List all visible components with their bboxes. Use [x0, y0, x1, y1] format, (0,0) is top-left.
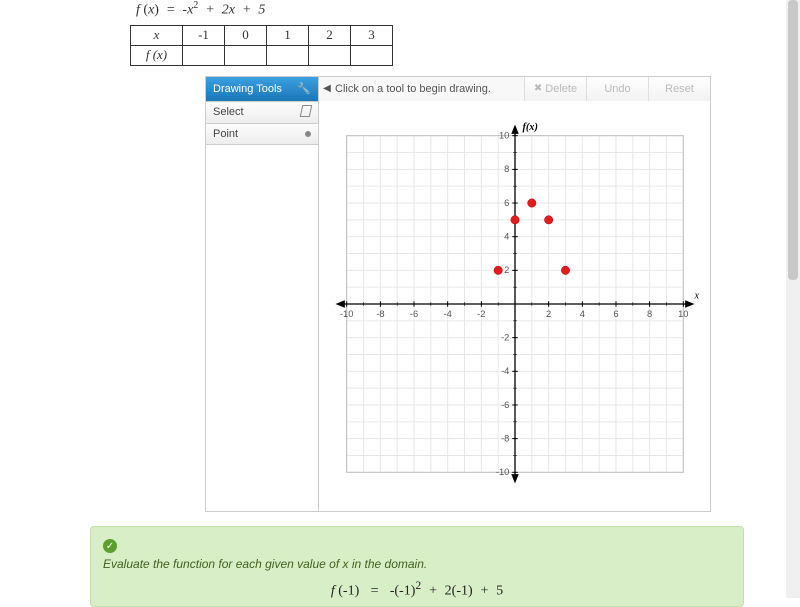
svg-text:8: 8 [647, 309, 652, 319]
tool-select[interactable]: Select [206, 101, 318, 123]
instruction-text: Click on a tool to begin drawing. [335, 83, 524, 95]
feedback-panel: ✓ Evaluate the function for each given v… [90, 526, 744, 607]
scroll-thumb[interactable] [788, 0, 798, 280]
table-row: f (x) [131, 45, 393, 65]
svg-text:-10: -10 [495, 467, 509, 477]
svg-text:-4: -4 [501, 366, 509, 376]
scrollbar[interactable] [786, 0, 800, 598]
undo-button[interactable]: Undo [586, 77, 648, 101]
feedback-text: Evaluate the function for each given val… [103, 557, 731, 571]
svg-text:-4: -4 [443, 309, 451, 319]
drawing-tools-label: Drawing Tools [213, 83, 282, 95]
th-x: x [131, 25, 183, 45]
svg-text:-10: -10 [339, 309, 353, 319]
svg-text:2: 2 [504, 265, 509, 275]
svg-text:4: 4 [504, 231, 509, 241]
th-fx: f (x) [131, 45, 183, 65]
check-icon: ✓ [103, 539, 117, 553]
svg-text:x: x [693, 290, 699, 301]
svg-text:-6: -6 [409, 309, 417, 319]
drawing-tools-header: Drawing Tools 🔧 [206, 77, 318, 101]
svg-text:-2: -2 [477, 309, 485, 319]
reset-button[interactable]: Reset [648, 77, 710, 101]
svg-text:8: 8 [504, 164, 509, 174]
svg-text:-8: -8 [501, 433, 509, 443]
delete-button[interactable]: ✖Delete [524, 77, 586, 101]
close-icon: ✖ [534, 83, 542, 94]
svg-text:10: 10 [498, 130, 508, 140]
tool-point[interactable]: Point [206, 123, 318, 145]
svg-text:10: 10 [678, 309, 688, 319]
svg-text:f(x): f(x) [522, 122, 537, 133]
table-row: x -1 0 1 2 3 [131, 25, 393, 45]
svg-text:-6: -6 [501, 399, 509, 409]
wrench-icon[interactable]: 🔧 [297, 82, 311, 95]
drawing-widget: Drawing Tools 🔧 ◀ Click on a tool to beg… [205, 76, 711, 512]
svg-text:-8: -8 [376, 309, 384, 319]
tool-list: Select Point [206, 101, 318, 511]
dot-icon [305, 131, 311, 137]
function-equation: f (x) = -x2 + 2x + 5 [136, 0, 800, 19]
svg-text:6: 6 [504, 197, 509, 207]
svg-text:2: 2 [546, 309, 551, 319]
svg-text:6: 6 [613, 309, 618, 319]
caret-left-icon[interactable]: ◀ [319, 83, 335, 94]
value-table: x -1 0 1 2 3 f (x) [130, 25, 393, 66]
feedback-equation: f (-1) = -(-1)2 + 2(-1) + 5 [103, 579, 731, 600]
cursor-icon [301, 105, 311, 120]
svg-text:-2: -2 [501, 332, 509, 342]
svg-text:4: 4 [579, 309, 584, 319]
coordinate-plane[interactable]: -10 -8 -6 -4 -2 2 4 6 8 10 -10 -8 -6 -4 -2 2 4 6 8 10 x f(x) [328, 109, 702, 499]
